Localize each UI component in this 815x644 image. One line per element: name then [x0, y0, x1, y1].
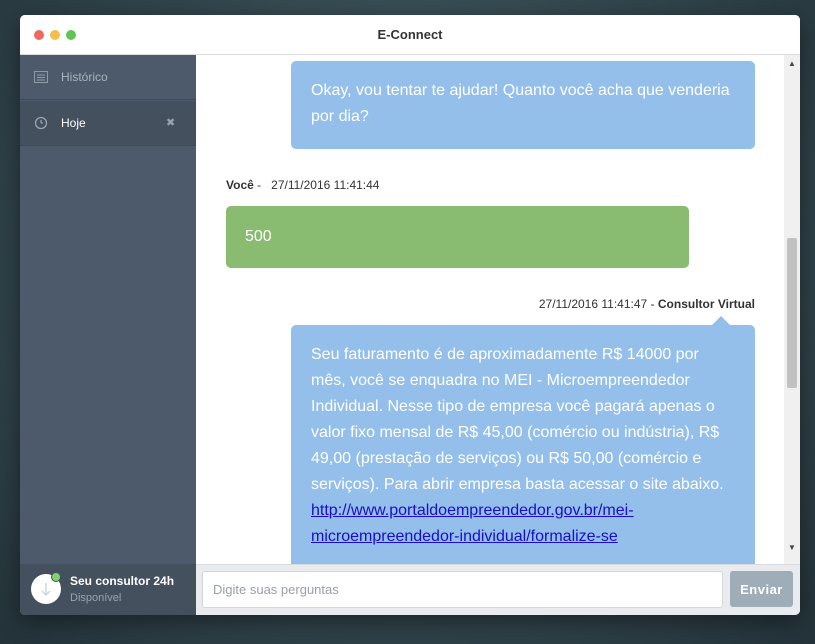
sidebar-item-historico[interactable]: Histórico [20, 55, 196, 100]
sidebar-item-hoje[interactable]: Hoje ✖ [20, 101, 196, 146]
scrollbar-thumb[interactable] [787, 238, 797, 388]
scroll-up-icon[interactable]: ▲ [784, 57, 800, 71]
message-bubble-consultor: Okay, vou tentar te ajudar! Quanto você … [291, 61, 755, 149]
list-icon [34, 71, 48, 83]
close-icon[interactable]: ✖ [166, 101, 175, 146]
online-status-dot [51, 572, 61, 582]
message-bubble-consultor: Seu faturamento é de aproximadamente R$ … [291, 325, 755, 564]
consultor-profile: Seu consultor 24h Disponível [20, 564, 196, 615]
message-timestamp: 27/11/2016 11:41:44 [271, 178, 380, 192]
message-text: Okay, vou tentar te ajudar! Quanto você … [311, 82, 730, 125]
sidebar-item-label: Hoje [61, 116, 86, 130]
portal-link[interactable]: http://www.portaldoempreendedor.gov.br/m… [311, 502, 634, 545]
chat-scrollbar[interactable]: ▲ ▼ [784, 55, 800, 564]
app-window: E-Connect Histórico Hoje ✖ Seu consultor… [20, 15, 800, 615]
send-button[interactable]: Enviar [730, 571, 793, 607]
message-separator: - [257, 178, 262, 192]
message-meta-user: Você - 27/11/2016 11:41:44 [226, 178, 379, 192]
message-text: 500 [245, 228, 272, 245]
scroll-down-icon[interactable]: ▼ [784, 541, 800, 555]
consultor-name: Seu consultor 24h [70, 574, 175, 588]
message-text: Seu faturamento é de aproximadamente R$ … [311, 346, 724, 493]
clock-icon [34, 116, 48, 130]
question-input[interactable] [202, 571, 723, 608]
sidebar-item-label: Histórico [61, 70, 108, 84]
message-meta-consultor: 27/11/2016 11:41:47 - Consultor Virtual [539, 297, 755, 311]
message-author: Você [226, 178, 254, 192]
message-bubble-user: 500 [226, 206, 689, 268]
message-timestamp: 27/11/2016 11:41:47 [538, 297, 648, 311]
message-author: Consultor Virtual [657, 297, 755, 311]
title-bar: E-Connect [20, 15, 800, 55]
consultor-status: Disponível [70, 592, 122, 604]
composer-bar: Enviar [196, 564, 800, 615]
sidebar: Histórico Hoje ✖ Seu consultor 24h Dispo… [20, 55, 196, 615]
window-title: E-Connect [377, 27, 443, 42]
message-separator: - [650, 297, 655, 311]
chat-area[interactable]: Okay, vou tentar te ajudar! Quanto você … [196, 55, 800, 564]
